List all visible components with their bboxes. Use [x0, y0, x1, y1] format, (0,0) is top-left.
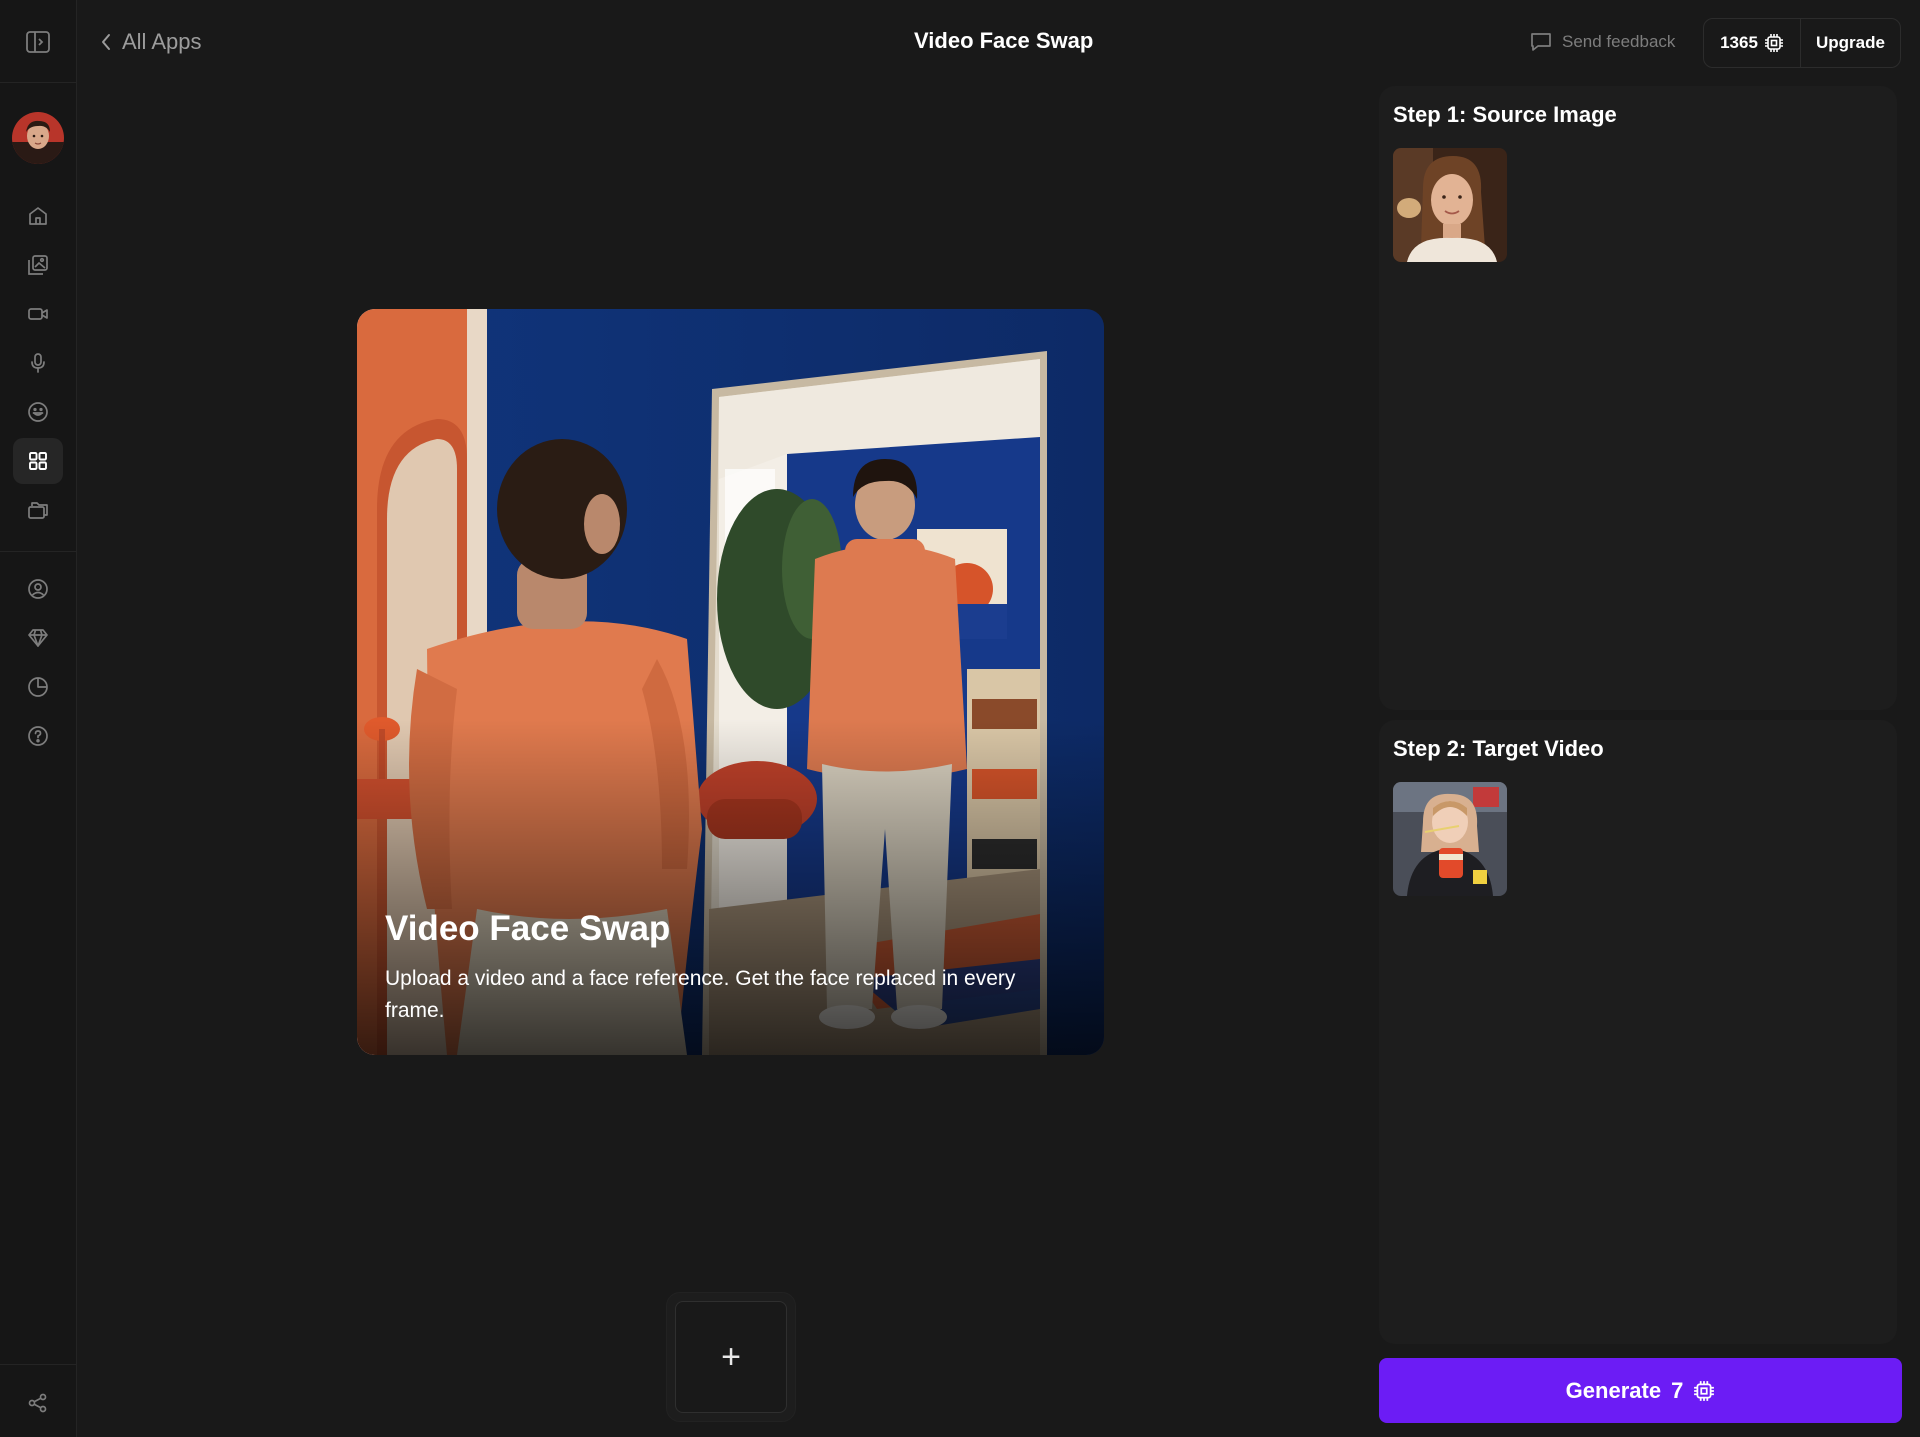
face-icon[interactable]	[13, 389, 63, 435]
credit-chip-icon	[1764, 34, 1783, 52]
diamond-icon[interactable]	[13, 615, 63, 661]
help-icon[interactable]	[13, 713, 63, 759]
credits-balance: 1365	[1704, 19, 1801, 67]
source-image-thumbnail[interactable]	[1393, 148, 1507, 262]
hero-title: Video Face Swap	[385, 909, 671, 948]
generate-button[interactable]: Generate 7	[1379, 1358, 1902, 1423]
pie-chart-icon[interactable]	[13, 664, 63, 710]
chevron-left-icon	[102, 34, 110, 50]
sidebar-divider	[0, 82, 77, 83]
folder-icon[interactable]	[13, 487, 63, 533]
add-input-container: +	[666, 1292, 796, 1422]
sidebar	[0, 0, 77, 1437]
sidebar-divider	[0, 551, 77, 552]
share-icon[interactable]	[13, 1380, 63, 1426]
sidebar-divider	[0, 1364, 77, 1365]
microphone-icon[interactable]	[13, 340, 63, 386]
target-video-thumbnail[interactable]	[1393, 782, 1507, 896]
back-to-all-apps-link[interactable]: All Apps	[100, 26, 202, 58]
credits-bar: 1365 Upgrade	[1703, 18, 1901, 68]
home-icon[interactable]	[13, 193, 63, 239]
step-1-title: Step 1: Source Image	[1393, 102, 1617, 127]
send-feedback-button[interactable]: Send feedback	[1530, 28, 1675, 56]
apps-grid-icon[interactable]	[13, 438, 63, 484]
hero-description: Upload a video and a face reference. Get…	[385, 967, 1016, 1022]
credit-chip-icon	[1694, 1380, 1715, 1401]
upgrade-button[interactable]: Upgrade	[1801, 19, 1900, 67]
send-feedback-label: Send feedback	[1562, 32, 1676, 51]
step-2-panel: Step 2: Target Video	[1379, 720, 1897, 1344]
video-icon[interactable]	[13, 291, 63, 337]
images-icon[interactable]	[13, 242, 63, 288]
app-root: All Apps Video Face Swap Send feedback 1…	[0, 0, 1920, 1437]
app-hero-card: Video Face Swap Upload a video and a fac…	[357, 309, 1104, 1055]
user-circle-icon[interactable]	[13, 566, 63, 612]
add-button[interactable]: +	[675, 1301, 787, 1413]
credits-count: 1365	[1720, 33, 1758, 52]
sidebar-toggle-icon[interactable]	[24, 30, 52, 54]
avatar[interactable]	[12, 112, 64, 164]
back-link-label: All Apps	[122, 29, 202, 54]
step-2-title: Step 2: Target Video	[1393, 736, 1604, 761]
step-1-panel: Step 1: Source Image	[1379, 86, 1897, 710]
chat-bubble-icon	[1531, 33, 1551, 51]
generate-cost: 7	[1671, 1377, 1684, 1403]
page-title: Video Face Swap	[914, 28, 1094, 53]
generate-label: Generate	[1565, 1377, 1662, 1403]
